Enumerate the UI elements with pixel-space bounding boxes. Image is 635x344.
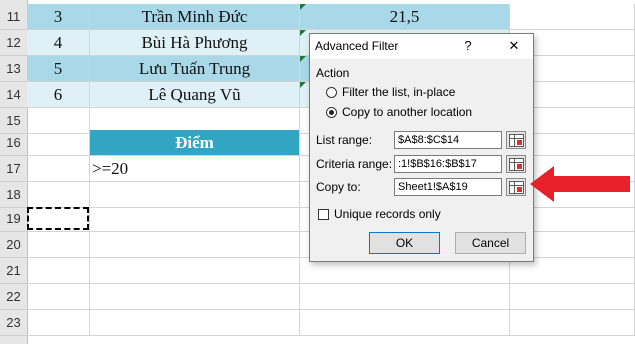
range-selector-icon: [509, 158, 524, 171]
row-number[interactable]: 18: [0, 182, 27, 208]
row-number[interactable]: 14: [0, 82, 27, 108]
cell-empty[interactable]: [90, 206, 300, 232]
cell-empty[interactable]: [90, 232, 300, 258]
cell-stt[interactable]: 5: [27, 56, 90, 82]
cell-name[interactable]: Bùi Hà Phương: [90, 30, 300, 56]
cell-empty[interactable]: [27, 258, 90, 284]
radio-button-icon[interactable]: [326, 86, 337, 98]
cell-name[interactable]: Lưu Tuấn Trung: [90, 56, 300, 82]
row-number[interactable]: 13: [0, 56, 27, 82]
list-range-selector-button[interactable]: [506, 131, 526, 149]
row-number[interactable]: 21: [0, 258, 27, 284]
copy-to-selector-button[interactable]: [506, 178, 526, 196]
row-number[interactable]: 19: [0, 206, 27, 232]
criteria-range-selector-button[interactable]: [506, 155, 526, 173]
cell-comment-indicator-icon: [300, 4, 306, 10]
table-row: 11 3 Trần Minh Đức 21,5: [0, 4, 635, 30]
row-number[interactable]: 20: [0, 232, 27, 258]
cell-empty[interactable]: [27, 182, 90, 208]
cell-empty[interactable]: [27, 310, 90, 336]
cell-comment-indicator-icon: [300, 30, 306, 36]
criteria-header-cell[interactable]: Điểm: [90, 130, 300, 156]
unique-records-checkbox[interactable]: [318, 208, 329, 220]
list-range-label: List range:: [316, 133, 373, 147]
cell-name[interactable]: Trần Minh Đức: [90, 4, 300, 30]
unique-records-label: Unique records only: [334, 207, 441, 221]
cell-empty[interactable]: [300, 310, 510, 336]
cell-empty[interactable]: [27, 232, 90, 258]
cell-stt[interactable]: 4: [27, 30, 90, 56]
copy-to-label: Copy to:: [316, 180, 361, 194]
table-row: 23: [0, 310, 635, 336]
cancel-button[interactable]: Cancel: [455, 232, 526, 254]
cell-empty[interactable]: [27, 284, 90, 310]
cell-empty[interactable]: [27, 156, 90, 182]
cell-empty[interactable]: [90, 310, 300, 336]
cell-comment-indicator-icon: [300, 82, 306, 88]
action-group-label: Action: [316, 66, 350, 80]
cell-stt[interactable]: 3: [27, 4, 90, 30]
range-selector-icon: [509, 134, 524, 147]
copy-destination-selection: [27, 207, 89, 230]
row-number[interactable]: 17: [0, 156, 27, 182]
cell-empty[interactable]: [510, 310, 635, 336]
unique-records-checkbox-row[interactable]: Unique records only: [318, 207, 441, 221]
cell-empty[interactable]: [510, 4, 635, 30]
range-selector-icon: [509, 181, 524, 194]
row-number[interactable]: 22: [0, 284, 27, 310]
row-number[interactable]: 16: [0, 130, 27, 156]
help-button[interactable]: ?: [460, 37, 476, 55]
dialog-title: Advanced Filter: [315, 39, 399, 53]
row-number[interactable]: 12: [0, 30, 27, 56]
row-number[interactable]: 23: [0, 310, 27, 336]
cell-empty[interactable]: [300, 284, 510, 310]
ok-button[interactable]: OK: [369, 232, 440, 254]
cell-empty[interactable]: [90, 182, 300, 208]
advanced-filter-dialog: Advanced Filter ? ✕ Action Filter the li…: [309, 33, 534, 262]
table-row: 22: [0, 284, 635, 310]
radio-button-checked-icon[interactable]: [326, 106, 337, 118]
cell-name[interactable]: Lê Quang Vũ: [90, 82, 300, 108]
radio-filter-label: Filter the list, in-place: [342, 85, 456, 99]
criteria-range-input[interactable]: :1!$B$16:$B$17: [394, 155, 502, 173]
cell-stt[interactable]: 6: [27, 82, 90, 108]
cell-score[interactable]: 21,5: [300, 4, 510, 30]
cell-empty[interactable]: [90, 284, 300, 310]
dialog-titlebar[interactable]: Advanced Filter ? ✕: [310, 34, 533, 59]
cell-empty[interactable]: [90, 258, 300, 284]
cell-comment-indicator-icon: [300, 56, 306, 62]
radio-copy-to-location[interactable]: Copy to another location: [326, 104, 472, 120]
criteria-value-cell[interactable]: >=20: [90, 156, 300, 182]
copy-to-input[interactable]: Sheet1!$A$19: [394, 178, 502, 196]
criteria-range-label: Criteria range:: [316, 157, 393, 171]
red-arrow-icon: [530, 166, 630, 202]
row-number[interactable]: 11: [0, 4, 27, 30]
cell-empty[interactable]: [27, 130, 90, 156]
close-icon[interactable]: ✕: [506, 37, 522, 55]
cell-empty[interactable]: [510, 284, 635, 310]
list-range-input[interactable]: $A$8:$C$14: [394, 131, 502, 149]
radio-copy-label: Copy to another location: [342, 105, 473, 119]
radio-filter-in-place[interactable]: Filter the list, in-place: [326, 84, 455, 100]
